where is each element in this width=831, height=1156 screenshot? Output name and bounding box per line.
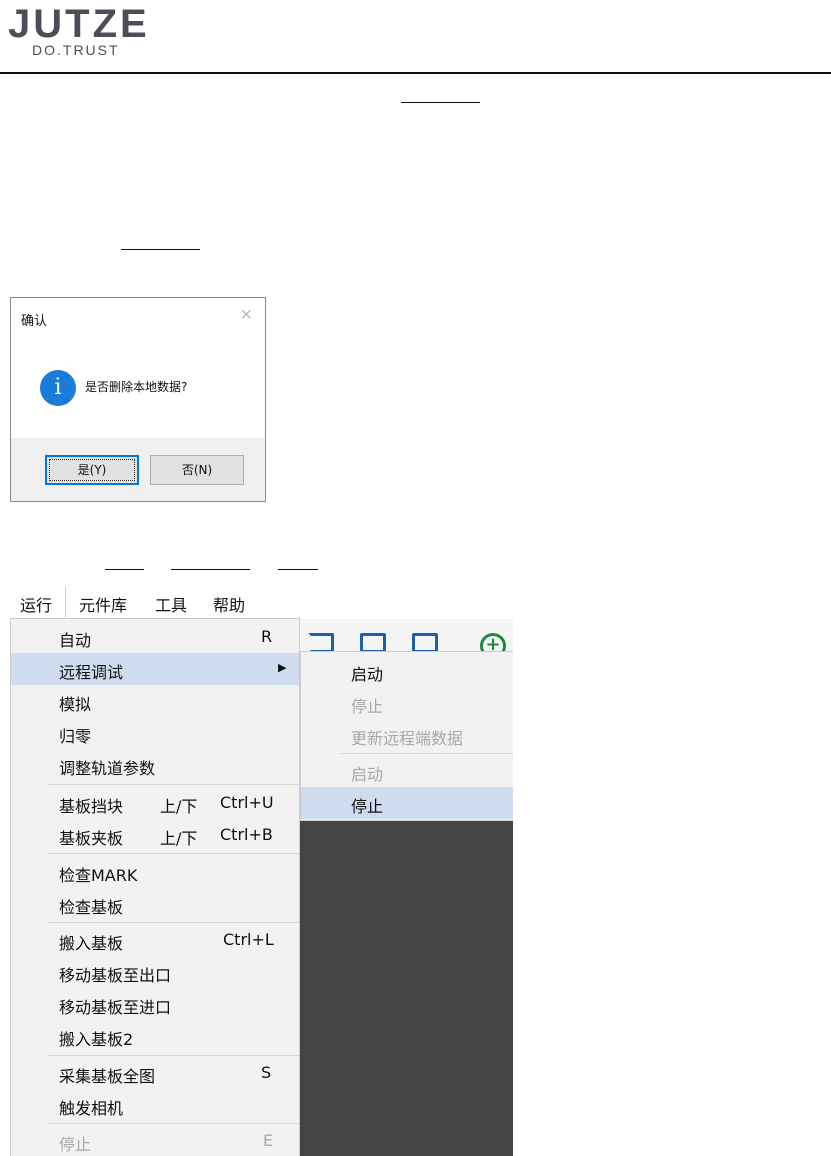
submenu-item-stop-2[interactable]: 停止 [301,787,513,819]
submenu-item-start-2[interactable]: 启动 [301,755,513,787]
dialog-title: 确认 [21,314,48,329]
submenu-arrow-icon: ▶ [278,661,287,674]
menu-item-toggle-text: 上/下 [160,797,198,816]
submenu-item-stop[interactable]: 停止 [301,687,513,719]
company-logo: JUTZE DO.TRUST [8,4,148,60]
menubar-divider [65,587,66,619]
menu-item-label: 停止 [59,1135,92,1154]
menu-item-shortcut: E [263,1131,274,1150]
menu-item-label: 模拟 [59,695,92,714]
yes-button[interactable]: 是(Y) [45,455,139,485]
menu-item-capture-full[interactable]: 采集基板全图 S [11,1057,299,1089]
remote-debug-submenu: 启动 停止 更新远程端数据 启动 停止 [300,651,513,821]
menu-item-label: 调整轨道参数 [59,759,156,778]
submenu-item-start[interactable]: 启动 [301,655,513,687]
menu-item-shortcut: S [261,1063,272,1082]
logo-wordmark: JUTZE [8,2,150,46]
no-button[interactable]: 否(N) [150,455,244,485]
menu-item-check-board[interactable]: 检查基板 [11,888,299,920]
menu-item-move-to-exit[interactable]: 移动基板至出口 [11,956,299,988]
close-icon[interactable]: ✕ [240,307,253,323]
menubar-item-help[interactable]: 帮助 [213,592,245,616]
menu-separator [47,1055,299,1056]
menu-item-label: 搬入基板 [59,934,124,953]
menu-item-label: 基板挡块 [59,797,124,816]
menu-separator [47,1123,299,1124]
submenu-item-label: 启动 [351,665,384,684]
dialog-message: 是否删除本地数据? [85,380,188,394]
menu-item-shortcut: Ctrl+B [220,825,273,844]
menu-item-board-stopper[interactable]: 基板挡块 上/下 Ctrl+U [11,787,299,819]
submenu-item-label: 更新远程端数据 [351,729,464,748]
menu-item-remote-debug[interactable]: 远程调试 ▶ [11,653,299,685]
menu-item-label: 基板夹板 [59,829,124,848]
menu-separator [47,922,299,923]
header-rule [0,72,831,74]
menu-item-label: 搬入基板2 [59,1030,134,1049]
menu-separator [47,853,299,854]
submenu-item-label: 停止 [351,797,384,816]
info-icon: i [40,370,76,406]
menu-item-label: 检查基板 [59,898,124,917]
menu-item-homing[interactable]: 归零 [11,717,299,749]
blank-underline-5 [278,569,318,570]
menu-item-label: 远程调试 [59,663,124,682]
confirm-dialog: 确认 ✕ i 是否删除本地数据? 是(Y) 否(N) [10,297,266,502]
dialog-footer: 是(Y) 否(N) [11,438,265,501]
logo-tagline: DO.TRUST [32,42,120,58]
menu-item-label: 采集基板全图 [59,1067,156,1086]
menubar-item-tools[interactable]: 工具 [155,592,187,616]
background-canvas [300,821,513,1156]
menu-item-shortcut: R [261,627,273,646]
submenu-separator [341,753,513,754]
menubar: 运行 元件库 工具 帮助 [10,585,513,619]
menu-item-label: 移动基板至出口 [59,966,172,985]
blank-underline-2 [121,249,200,250]
blank-underline-4 [171,569,250,570]
menu-item-trigger-camera[interactable]: 触发相机 [11,1089,299,1121]
blank-underline-3 [105,569,144,570]
submenu-item-label: 启动 [351,765,384,784]
menu-separator [47,784,299,785]
menu-item-label: 移动基板至进口 [59,998,172,1017]
menubar-item-run[interactable]: 运行 [20,592,52,616]
menu-item-label: 检查MARK [59,866,138,885]
menubar-item-library[interactable]: 元件库 [79,592,127,616]
menu-item-toggle-text: 上/下 [160,829,198,848]
toolbar-board-icon[interactable] [308,633,334,653]
run-menu-screenshot: 运行 元件库 工具 帮助 + 自动 R 远程调试 ▶ 模拟 归零 调整轨道参数 [10,585,513,1156]
menu-item-move-to-entry[interactable]: 移动基板至进口 [11,988,299,1020]
menu-item-adjust-rail[interactable]: 调整轨道参数 [11,749,299,781]
menu-item-label: 触发相机 [59,1099,124,1118]
menu-item-shortcut: Ctrl+U [220,793,274,812]
menu-item-check-mark[interactable]: 检查MARK [11,856,299,888]
menu-item-board-clamp[interactable]: 基板夹板 上/下 Ctrl+B [11,819,299,851]
menu-item-stop[interactable]: 停止 E [11,1125,299,1156]
toolbar-panel-icon[interactable] [360,633,386,653]
toolbar-window-icon[interactable] [412,633,438,653]
submenu-item-update-remote[interactable]: 更新远程端数据 [301,719,513,751]
blank-underline-1 [401,102,480,103]
menu-item-auto[interactable]: 自动 R [11,621,299,653]
menu-item-load-board-2[interactable]: 搬入基板2 [11,1020,299,1052]
menu-item-label: 自动 [59,631,92,650]
menu-item-load-board[interactable]: 搬入基板 Ctrl+L [11,924,299,956]
run-dropdown-menu: 自动 R 远程调试 ▶ 模拟 归零 调整轨道参数 基板挡块 上/下 Ctrl+U… [10,618,300,1156]
menu-item-simulate[interactable]: 模拟 [11,685,299,717]
menu-item-label: 归零 [59,727,92,746]
menu-item-shortcut: Ctrl+L [223,930,274,949]
submenu-item-label: 停止 [351,697,384,716]
